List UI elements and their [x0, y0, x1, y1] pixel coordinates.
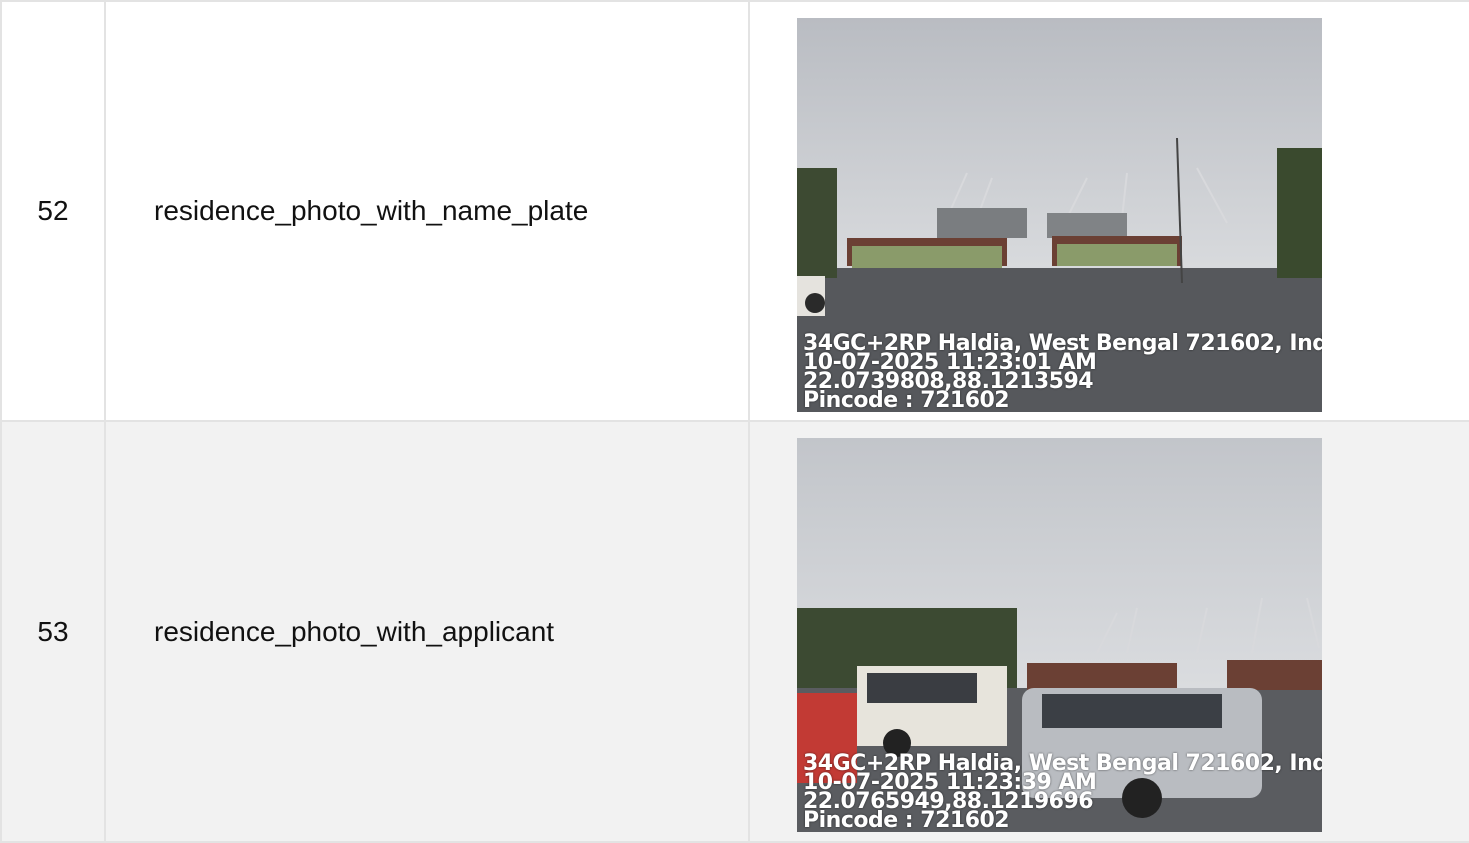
residence-photo[interactable]: 34GC+2RP Haldia, West Bengal 721602, Ind… [797, 438, 1322, 832]
residence-photo[interactable]: 34GC+2RP Haldia, West Bengal 721602, Ind… [797, 18, 1322, 412]
row-index: 53 [0, 420, 106, 843]
geo-stamp: 34GC+2RP Haldia, West Bengal 721602, Ind… [803, 333, 1322, 412]
photo-cell: 34GC+2RP Haldia, West Bengal 721602, Ind… [748, 0, 1469, 422]
field-name: residence_photo_with_name_plate [104, 0, 750, 422]
table-row: 53 residence_photo_with_applicant 34GC+2… [0, 420, 1469, 843]
row-index: 52 [0, 0, 106, 422]
photo-cell: 34GC+2RP Haldia, West Bengal 721602, Ind… [748, 420, 1469, 843]
photo-table: 52 residence_photo_with_name_plate 34GC+… [0, 0, 1469, 843]
geo-stamp: 34GC+2RP Haldia, West Bengal 721602, Ind… [803, 753, 1322, 832]
table-row: 52 residence_photo_with_name_plate 34GC+… [0, 0, 1469, 422]
field-name: residence_photo_with_applicant [104, 420, 750, 843]
